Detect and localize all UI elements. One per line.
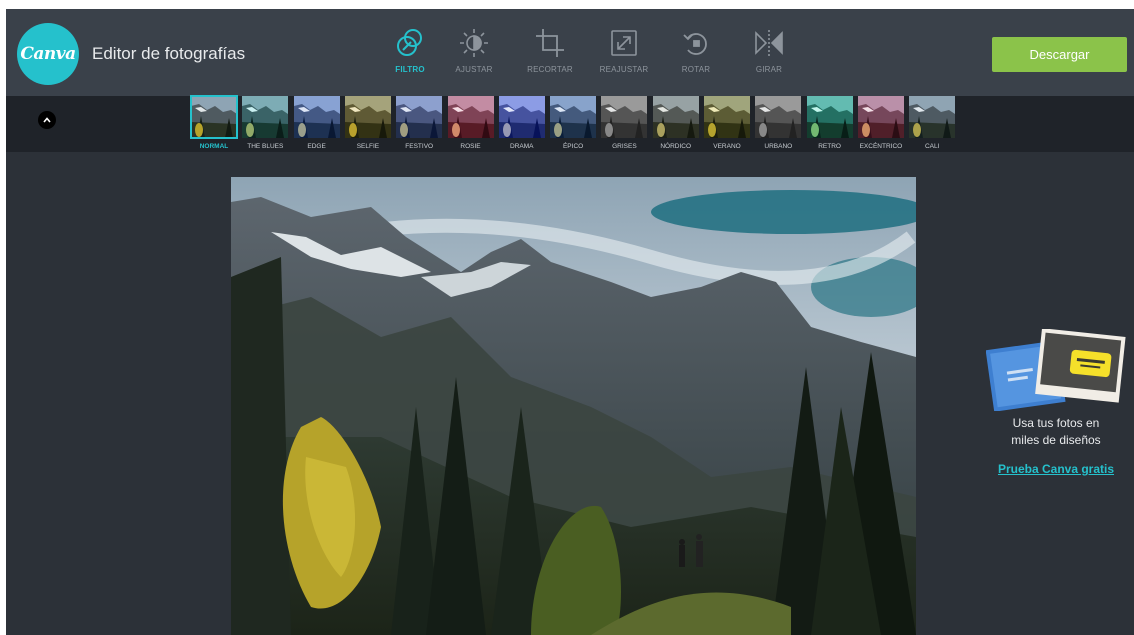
filter-thumbnail [344, 96, 391, 138]
photo-editor-app: Canva Editor de fotografías FILTRO AJUST… [6, 9, 1134, 635]
chevron-up-icon [43, 117, 51, 123]
filter-label: URBANO [764, 143, 793, 150]
tab-girar[interactable]: GIRAR [731, 27, 807, 87]
filter-selfie[interactable]: SELFIE [344, 96, 393, 152]
filter-festivo[interactable]: FESTIVO [396, 96, 444, 152]
filter-grises[interactable]: GRISES [601, 96, 649, 152]
filter-nórdico[interactable]: NÓRDICO [652, 96, 701, 152]
filter-retro[interactable]: RETRO [806, 96, 855, 152]
filter-thumbnail [652, 96, 699, 138]
filter-rosie[interactable]: ROSIE [447, 96, 496, 152]
filter-icon [397, 29, 422, 56]
tab-ajustar[interactable]: AJUSTAR [436, 27, 512, 87]
tab-label: RECORTAR [527, 65, 573, 74]
promo-design-cards [986, 329, 1126, 411]
filter-thumbnail [857, 96, 904, 138]
filter-the-blues[interactable]: THE BLUES [242, 96, 290, 152]
filter-label: CALI [924, 143, 940, 150]
promo-line-1: Usa tus fotos en [1012, 416, 1100, 430]
filter-label: FESTIVO [405, 143, 434, 150]
filter-urbano[interactable]: URBANO [755, 96, 803, 152]
tab-label: ROTAR [681, 65, 711, 74]
filter-label: NÓRDICO [660, 143, 692, 150]
filter-thumbnail [498, 96, 545, 138]
tab-label: AJUSTAR [455, 65, 493, 74]
filter-thumbnail [550, 96, 597, 138]
mountain-photo [231, 177, 916, 635]
crop-icon [536, 29, 564, 57]
tab-reajustar[interactable]: REAJUSTAR [586, 27, 662, 87]
filter-thumbnail [601, 96, 648, 138]
filter-label: EDGE [307, 143, 326, 150]
brightness-icon [460, 29, 488, 57]
filter-normal[interactable]: NORMAL [190, 95, 239, 152]
photo-canvas[interactable] [231, 177, 916, 635]
filter-label: ROSIE [460, 143, 481, 150]
logo-text: Canva [20, 44, 76, 64]
tab-label: REAJUSTAR [599, 65, 649, 74]
promo-text: Usa tus fotos en miles de diseños [982, 415, 1130, 449]
filter-label: VERANO [713, 143, 741, 150]
collapse-filters-button[interactable] [38, 111, 56, 129]
filter-cali[interactable]: CALI [909, 96, 957, 152]
filter-label: NORMAL [199, 143, 229, 150]
page-title: Editor de fotografías [92, 44, 246, 63]
filter-excéntrico[interactable]: EXCÉNTRICO [857, 96, 906, 152]
filter-thumbnail [806, 96, 853, 138]
canva-logo[interactable]: Canva [17, 23, 79, 85]
promo-line-2: miles de diseños [1011, 433, 1101, 447]
filter-thumbnail [242, 96, 289, 138]
filter-label: GRISES [612, 143, 637, 150]
filter-thumbnail [704, 96, 750, 138]
tab-label: FILTRO [395, 65, 425, 74]
flip-icon [755, 30, 783, 56]
filter-verano[interactable]: VERANO [704, 96, 752, 152]
filter-épico[interactable]: ÉPICO [550, 96, 598, 152]
top-toolbar: Canva Editor de fotografías FILTRO AJUST… [6, 9, 1134, 96]
filter-thumbnail [447, 96, 494, 138]
filter-thumbnail [909, 96, 956, 138]
download-button[interactable]: Descargar [992, 37, 1127, 72]
filter-label: RETRO [818, 143, 841, 150]
filter-label: ÉPICO [562, 143, 584, 150]
filter-thumbnail [293, 96, 340, 138]
try-canva-link[interactable]: Prueba Canva gratis [982, 462, 1130, 476]
tab-recortar[interactable]: RECORTAR [512, 27, 588, 87]
filter-thumbnail [755, 96, 802, 138]
filter-label: SELFIE [356, 143, 380, 150]
filter-label: DRAMA [510, 143, 534, 150]
rotate-icon [683, 33, 707, 55]
filter-edge[interactable]: EDGE [293, 96, 342, 152]
filter-label: THE BLUES [247, 143, 284, 150]
filter-drama[interactable]: DRAMA [498, 96, 547, 152]
filter-strip: NORMAL THE BLUES EDGE SELFIE FESTIVO ROSIE DRA… [6, 95, 1134, 152]
filter-thumbnail [396, 96, 443, 138]
filter-label: EXCÉNTRICO [859, 143, 903, 150]
tab-label: GIRAR [755, 65, 783, 74]
resize-icon [611, 30, 637, 56]
tab-rotar[interactable]: ROTAR [658, 27, 734, 87]
filter-thumbnail [190, 95, 238, 139]
